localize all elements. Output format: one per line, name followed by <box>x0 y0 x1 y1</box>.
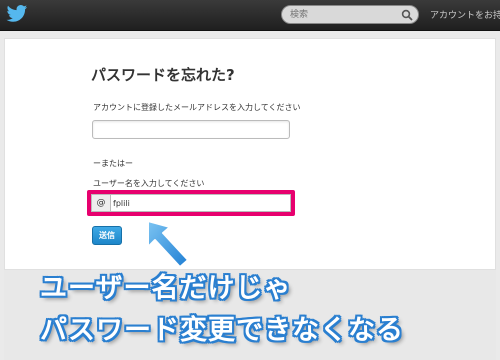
password-reset-card <box>4 38 496 270</box>
submit-button[interactable]: 送信 <box>92 226 122 245</box>
email-field[interactable] <box>92 120 290 139</box>
account-link[interactable]: アカウントをお持ち <box>430 8 500 21</box>
search-icon[interactable] <box>401 9 413 21</box>
highlight-box <box>87 190 295 216</box>
email-label: アカウントに登録したメールアドレスを入力してください <box>93 103 301 112</box>
twitter-bird-icon[interactable] <box>6 4 28 24</box>
top-navigation-bar: アカウントをお持ち <box>0 0 500 31</box>
pointer-arrow-icon <box>147 220 189 268</box>
search-box[interactable] <box>281 5 419 24</box>
search-input[interactable] <box>290 7 390 22</box>
page-title: パスワードを忘れた? <box>91 66 235 84</box>
username-label: ユーザー名を入力してください <box>93 179 205 188</box>
or-separator: ーまたはー <box>93 159 133 168</box>
annotation-line-1: ユーザー名だけじゃ <box>40 273 292 304</box>
annotation-line-2: パスワード変更できなくなる <box>40 315 404 346</box>
